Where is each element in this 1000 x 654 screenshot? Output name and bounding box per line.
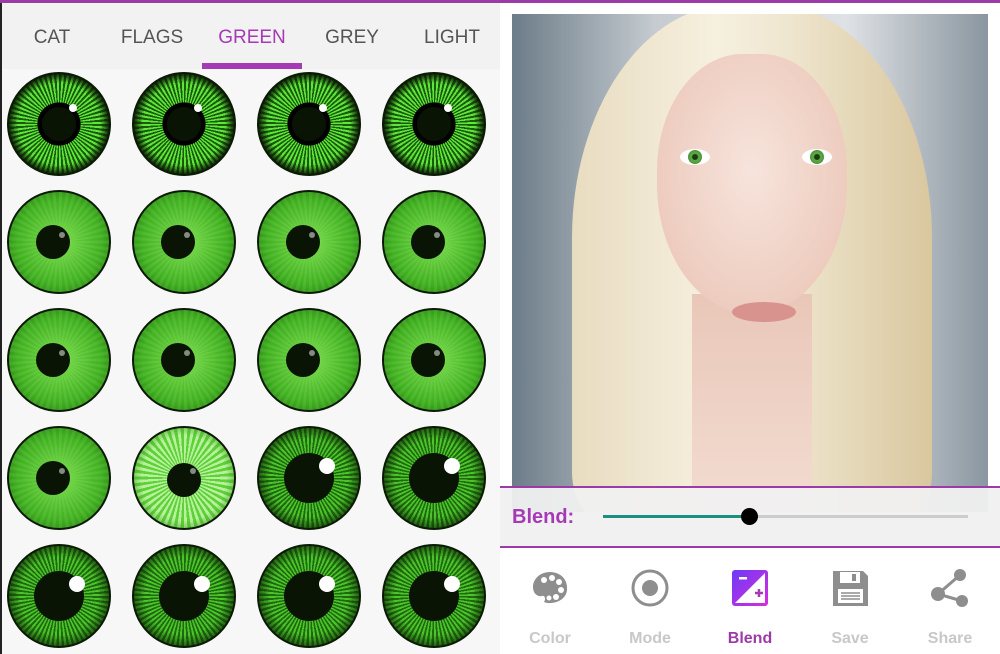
- nav-color[interactable]: Color: [500, 568, 600, 648]
- category-tabs: CAT FLAGS GREEN GREY LIGHT: [2, 3, 500, 69]
- floppy-disk-icon: [833, 571, 868, 606]
- blend-slider[interactable]: [603, 508, 968, 525]
- nav-mode[interactable]: Mode: [600, 568, 700, 648]
- eye-highlight: [184, 350, 190, 356]
- eye-highlight: [444, 458, 460, 474]
- eye-option[interactable]: [257, 426, 361, 530]
- eye-option[interactable]: [7, 190, 111, 294]
- tab-grey[interactable]: GREY: [302, 27, 402, 49]
- editor-panel: Blend: Color Mode Blend Save Share: [500, 3, 1000, 654]
- eye-highlight: [319, 576, 335, 592]
- eye-option[interactable]: [132, 72, 236, 176]
- pupil: [36, 461, 70, 495]
- nav-blend[interactable]: Blend: [700, 568, 800, 648]
- right-eye-overlay[interactable]: [802, 149, 832, 165]
- eye-highlight: [434, 232, 440, 238]
- eye-highlight: [444, 104, 452, 112]
- portrait-photo[interactable]: [512, 14, 988, 512]
- eye-highlight: [444, 576, 460, 592]
- eye-highlight: [194, 576, 210, 592]
- eye-option[interactable]: [257, 308, 361, 412]
- bottom-nav: Color Mode Blend Save Share: [500, 548, 1000, 654]
- eye-option[interactable]: [132, 426, 236, 530]
- pupil: [286, 343, 320, 377]
- eye-option[interactable]: [382, 72, 486, 176]
- blend-icon: [732, 570, 768, 606]
- eye-option[interactable]: [382, 190, 486, 294]
- divider: [500, 486, 1000, 488]
- nav-label: Color: [529, 630, 571, 647]
- pupil: [417, 107, 451, 141]
- eye-option[interactable]: [257, 72, 361, 176]
- eye-option[interactable]: [7, 426, 111, 530]
- eye-highlight: [190, 468, 196, 474]
- pupil: [36, 343, 70, 377]
- nav-label: Save: [831, 630, 869, 647]
- eye-option[interactable]: [382, 544, 486, 648]
- blend-slider-fill: [603, 515, 749, 518]
- pupil: [286, 225, 320, 259]
- pupil: [167, 463, 201, 497]
- tab-light[interactable]: LIGHT: [402, 27, 502, 49]
- eye-highlight: [69, 104, 77, 112]
- eye-option[interactable]: [382, 308, 486, 412]
- eye-picker-panel: CAT FLAGS GREEN GREY LIGHT: [0, 3, 500, 654]
- tab-indicator: [202, 63, 302, 69]
- eye-option[interactable]: [257, 190, 361, 294]
- radio-button-icon: [631, 569, 669, 607]
- eye-option[interactable]: [7, 308, 111, 412]
- eye-highlight: [59, 350, 65, 356]
- pupil: [36, 225, 70, 259]
- eye-option[interactable]: [132, 308, 236, 412]
- eye-option[interactable]: [7, 72, 111, 176]
- nav-label: Share: [927, 630, 973, 647]
- neck: [692, 294, 812, 512]
- pupil: [161, 343, 195, 377]
- eye-highlight: [309, 350, 315, 356]
- nav-save[interactable]: Save: [800, 568, 900, 648]
- tab-flags[interactable]: FLAGS: [102, 27, 202, 49]
- pupil: [42, 107, 76, 141]
- eye-option[interactable]: [257, 544, 361, 648]
- lips: [732, 302, 796, 322]
- nav-label: Mode: [629, 630, 671, 647]
- pupil: [411, 343, 445, 377]
- left-eye-overlay[interactable]: [680, 149, 710, 165]
- blend-row: Blend:: [500, 488, 1000, 546]
- eye-highlight: [194, 104, 202, 112]
- eye-option[interactable]: [132, 190, 236, 294]
- eye-highlight: [319, 104, 327, 112]
- tab-green[interactable]: GREEN: [202, 27, 302, 49]
- eye-option[interactable]: [382, 426, 486, 530]
- eye-option[interactable]: [7, 544, 111, 648]
- eye-highlight: [434, 350, 440, 356]
- pupil: [411, 225, 445, 259]
- pupil: [167, 107, 201, 141]
- eye-option[interactable]: [132, 544, 236, 648]
- eye-highlight: [309, 232, 315, 238]
- eye-highlight: [184, 232, 190, 238]
- palette-icon: [533, 572, 568, 604]
- blend-label: Blend:: [512, 506, 575, 528]
- pupil: [161, 225, 195, 259]
- pupil: [292, 107, 326, 141]
- share-icon: [931, 569, 968, 607]
- eye-highlight: [319, 458, 335, 474]
- nav-share[interactable]: Share: [900, 568, 1000, 648]
- eye-highlight: [69, 576, 85, 592]
- tab-cat[interactable]: CAT: [2, 27, 102, 49]
- face: [657, 54, 847, 314]
- eye-highlight: [59, 468, 65, 474]
- blend-slider-thumb[interactable]: [741, 508, 758, 525]
- eye-highlight: [59, 232, 65, 238]
- nav-label: Blend: [727, 630, 773, 647]
